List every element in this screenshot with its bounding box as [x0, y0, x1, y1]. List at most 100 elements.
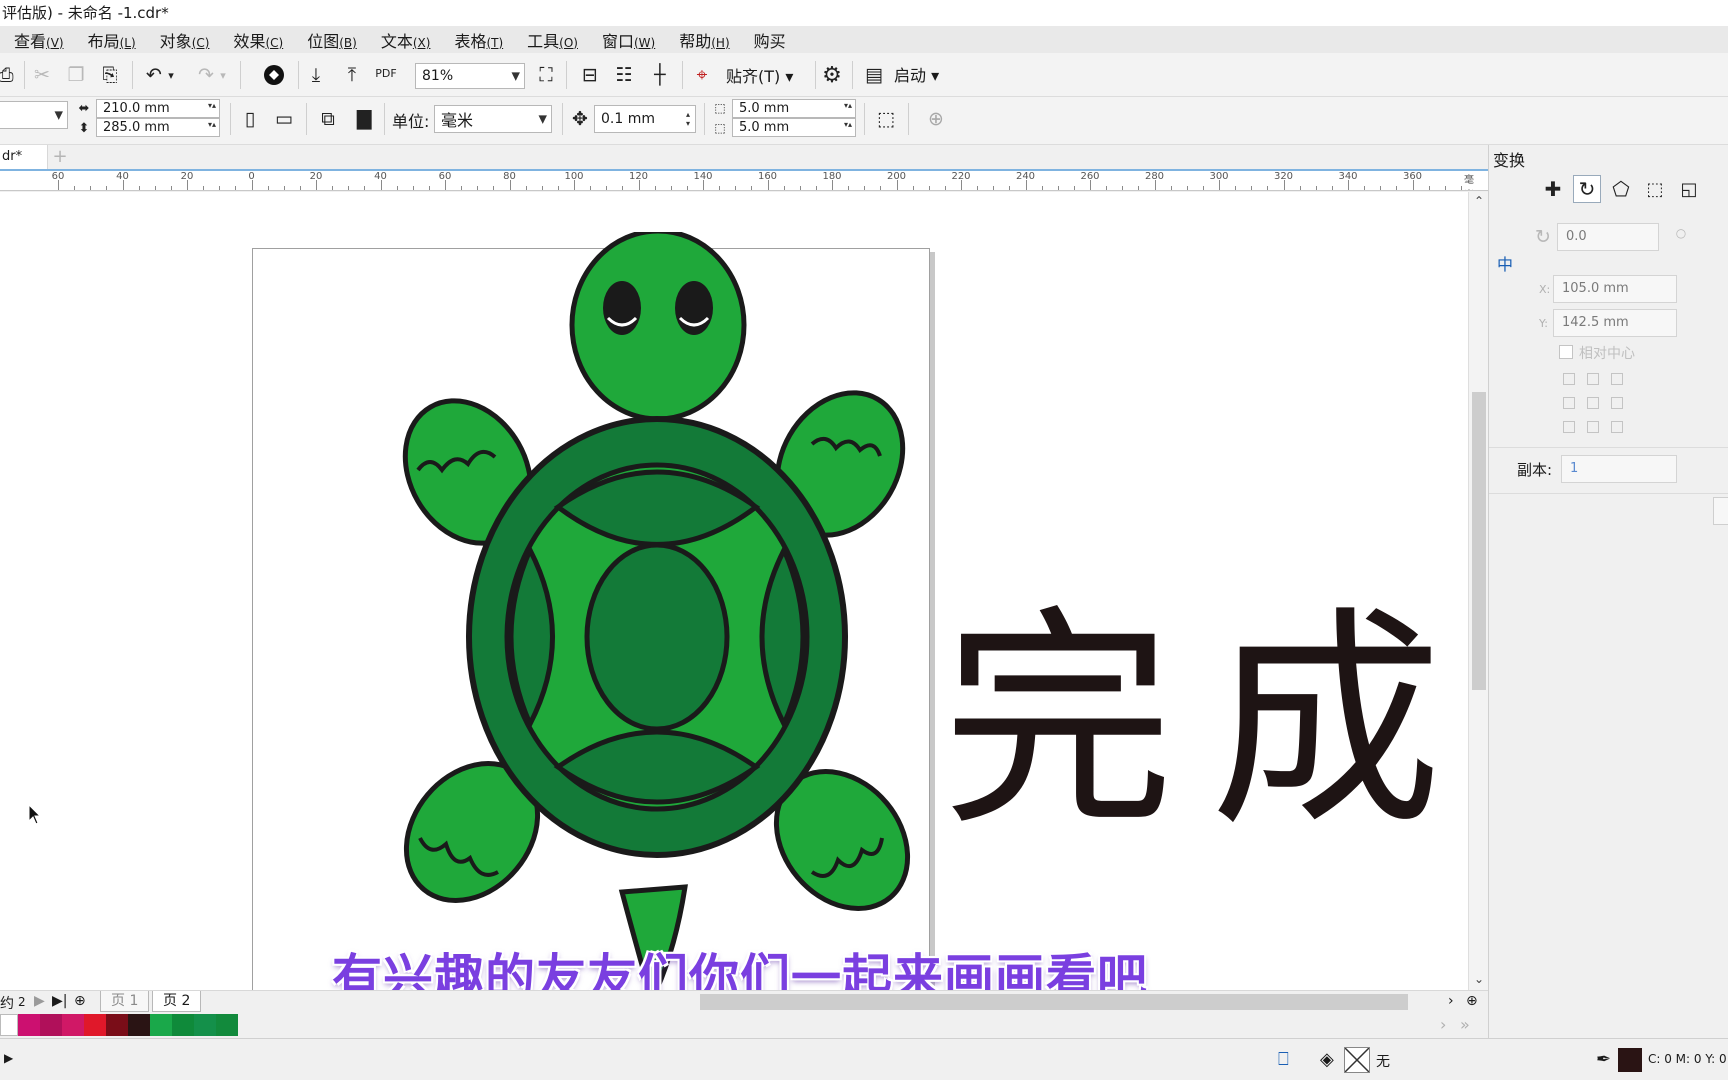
snap-icon[interactable]: ⌖ — [688, 61, 716, 89]
anchor-bottom-center[interactable] — [1587, 421, 1599, 433]
paste-icon[interactable]: ⎘ — [96, 61, 124, 89]
portrait-icon[interactable]: ▯ — [236, 105, 264, 133]
no-fill-swatch[interactable] — [1344, 1047, 1370, 1073]
completed-text[interactable]: 完成 — [942, 592, 1468, 852]
units-combo[interactable]: 毫米 ▼ — [434, 105, 552, 133]
landscape-icon[interactable]: ▭ — [270, 105, 298, 133]
current-page-icon[interactable]: ▇ — [350, 105, 378, 133]
cut-icon[interactable]: ✂ — [28, 61, 56, 89]
spin-icon[interactable]: ▴ ▾ — [683, 110, 693, 128]
redo-dropdown-icon[interactable]: ▾ — [216, 61, 230, 89]
page-height-input[interactable]: 285.0 mm ▾▴ — [96, 118, 220, 137]
save-icon[interactable]: ⎙ — [0, 61, 20, 89]
undo-dropdown-icon[interactable]: ▾ — [164, 61, 178, 89]
copies-input[interactable]: 1 — [1561, 455, 1677, 483]
menu-help[interactable]: 帮助(H) — [679, 28, 729, 52]
angle-input[interactable]: 0.0 — [1557, 223, 1659, 251]
anchor-middle-left[interactable] — [1563, 397, 1575, 409]
menu-view[interactable]: 查看(V) — [14, 28, 64, 52]
tab-page-1[interactable]: 页 1 — [100, 991, 150, 1012]
chevron-up-icon[interactable]: ⌃ — [1469, 192, 1489, 210]
pdf-export-icon[interactable]: PDF — [372, 59, 400, 87]
anchor-top-center[interactable] — [1587, 373, 1599, 385]
menu-window[interactable]: 窗口(W) — [602, 28, 655, 52]
outline-pen-icon[interactable]: ✒ — [1596, 1049, 1611, 1070]
position-icon[interactable]: ✚ — [1539, 175, 1567, 203]
menu-effects[interactable]: 效果(C) — [233, 28, 283, 52]
x-input[interactable]: 105.0 mm — [1553, 275, 1677, 303]
fill-icon[interactable]: ◈ — [1320, 1049, 1334, 1070]
anchor-top-left[interactable] — [1563, 373, 1575, 385]
show-grid-icon[interactable]: ☷ — [610, 61, 638, 89]
spin-icon[interactable]: ▾▴ — [207, 101, 217, 110]
import-icon[interactable]: ⤓ — [302, 61, 330, 89]
tab-page-2[interactable]: 页 2 — [152, 991, 202, 1012]
relative-center-checkbox[interactable] — [1559, 345, 1573, 359]
anchor-bottom-left[interactable] — [1563, 421, 1575, 433]
anchor-center[interactable] — [1587, 397, 1599, 409]
apply-button[interactable] — [1713, 497, 1728, 525]
page-width-input[interactable]: 210.0 mm ▾▴ — [96, 99, 220, 118]
export-icon[interactable]: ⤒ — [338, 61, 366, 89]
menu-tools[interactable]: 工具(O) — [527, 28, 578, 52]
rotate-icon[interactable]: ↻ — [1573, 175, 1601, 203]
duplicate-x-input[interactable]: 5.0 mm ▾▴ — [732, 99, 856, 118]
corel-connect-icon[interactable] — [260, 61, 288, 89]
all-pages-icon[interactable]: ⧉ — [314, 105, 342, 133]
add-icon[interactable]: ⊕ — [922, 105, 950, 133]
menu-layout[interactable]: 布局(L) — [88, 28, 136, 52]
chevron-right-icon[interactable]: › — [1448, 993, 1454, 1009]
palette-swatch[interactable] — [62, 1014, 84, 1036]
vertical-scrollbar[interactable]: ⌃ ⌄ — [1468, 192, 1488, 990]
spin-icon[interactable]: ▾▴ — [843, 101, 853, 110]
horizontal-scrollbar-thumb[interactable] — [700, 994, 1408, 1010]
menu-bitmaps[interactable]: 位图(B) — [307, 28, 357, 52]
scrollbar-thumb[interactable] — [1472, 392, 1486, 690]
palette-swatch[interactable] — [128, 1014, 150, 1036]
anchor-bottom-right[interactable] — [1611, 421, 1623, 433]
palette-expand-icon[interactable]: » — [1460, 1015, 1470, 1034]
palette-swatch[interactable] — [40, 1014, 62, 1036]
last-page-icon[interactable]: ▶| — [52, 993, 67, 1009]
menu-table[interactable]: 表格(T) — [454, 28, 503, 52]
nudge-distance-input[interactable]: 0.1 mm ▴ ▾ — [594, 105, 696, 133]
new-document-icon[interactable]: + — [50, 147, 70, 167]
spin-icon[interactable]: ▾▴ — [843, 120, 853, 129]
anchor-middle-right[interactable] — [1611, 397, 1623, 409]
outline-color-swatch[interactable] — [1618, 1048, 1642, 1072]
page-frame-icon[interactable]: ⬚ — [872, 105, 900, 133]
turtle-drawing[interactable] — [400, 232, 920, 990]
chevron-right-icon[interactable]: › — [1440, 1015, 1446, 1034]
document-tab[interactable]: dr* — [0, 145, 48, 169]
launch-dropdown[interactable]: 启动 ▾ — [894, 62, 939, 86]
spin-icon[interactable]: ▾▴ — [207, 120, 217, 129]
palette-swatch[interactable] — [150, 1014, 172, 1036]
document-color-icon[interactable]: ⎕ — [1278, 1049, 1289, 1070]
palette-swatch[interactable] — [194, 1014, 216, 1036]
add-page-icon[interactable]: ⊕ — [74, 993, 86, 1009]
drawing-canvas[interactable]: 完成 有兴趣的友友们你们一起来画画看吧 — [0, 192, 1468, 990]
show-guidelines-icon[interactable]: ┼ — [646, 61, 674, 89]
launch-icon[interactable]: ▤ — [860, 61, 888, 89]
scale-mirror-icon[interactable]: ⬠ — [1607, 175, 1635, 203]
gear-icon[interactable]: ⚙ — [818, 61, 846, 89]
page-size-combo[interactable]: ▼ — [0, 101, 68, 129]
skew-icon[interactable]: ◱ — [1675, 175, 1703, 203]
menu-buy[interactable]: 购买 — [754, 28, 786, 52]
palette-swatch[interactable] — [106, 1014, 128, 1036]
palette-swatch[interactable] — [0, 1014, 18, 1036]
zoom-navigator-icon[interactable]: ⊕ — [1466, 993, 1478, 1009]
palette-swatch[interactable] — [18, 1014, 40, 1036]
palette-swatch[interactable] — [172, 1014, 194, 1036]
palette-swatch[interactable] — [84, 1014, 106, 1036]
palette-swatch[interactable] — [216, 1014, 238, 1036]
horizontal-ruler[interactable]: 毫米 6040200204060801001201401601802002202… — [0, 171, 1488, 191]
menu-object[interactable]: 对象(C) — [160, 28, 210, 52]
full-screen-icon[interactable]: ⛶ — [532, 61, 560, 89]
duplicate-y-input[interactable]: 5.0 mm ▾▴ — [732, 118, 856, 137]
zoom-level-combo[interactable]: 81% ▼ — [415, 63, 525, 89]
show-rulers-icon[interactable]: ⊟ — [576, 61, 604, 89]
copy-icon[interactable]: ❐ — [62, 61, 90, 89]
chevron-down-icon[interactable]: ⌄ — [1469, 970, 1489, 988]
size-icon[interactable]: ⬚ — [1641, 175, 1669, 203]
